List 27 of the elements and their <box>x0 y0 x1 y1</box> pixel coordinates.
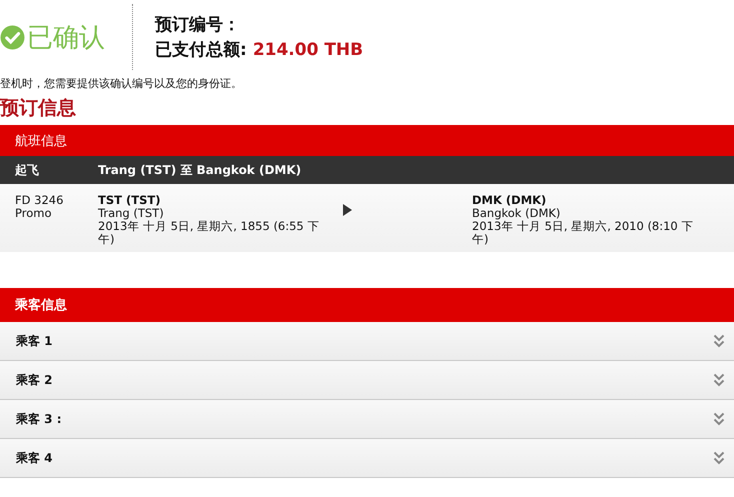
flight-number: FD 3246 <box>15 194 64 207</box>
notice-text: 登机时，您需要提供该确认编号以及您的身份证。 <box>0 76 243 91</box>
arrow-icon <box>343 204 352 216</box>
status-label: 已确认 <box>27 22 105 54</box>
arrival-time: 2013年 十月 5日, 星期六, 2010 (8:10 下午) <box>472 220 694 246</box>
passenger-label: 乘客 3 : <box>16 410 62 428</box>
departure-city: Trang (TST) <box>98 207 165 220</box>
fare-type: Promo <box>15 207 52 220</box>
arrival-code: DMK (DMK) <box>472 194 548 207</box>
passenger-row[interactable]: 乘客 2 <box>0 361 734 400</box>
passenger-row[interactable]: 乘客 1 <box>0 322 734 361</box>
departure-label: 起飞 <box>14 162 40 178</box>
total-value: 214.00 THB <box>252 40 364 60</box>
passenger-label: 乘客 1 <box>16 332 53 350</box>
route-text: Trang (TST) 至 Bangkok (DMK) <box>98 162 302 178</box>
passenger-row[interactable]: 乘客 3 : <box>0 400 734 439</box>
section-header: 乘客信息 <box>0 288 734 322</box>
departure-time: 2013年 十月 5日, 星期六, 1855 (6:55 下午) <box>98 220 320 246</box>
passenger-row[interactable]: 乘客 4 <box>0 439 734 478</box>
section-header: 航班信息 <box>0 125 734 156</box>
passenger-label: 乘客 2 <box>16 372 53 388</box>
booking-number-label: 预订编号： <box>155 14 241 36</box>
departure-code: TST (TST) <box>98 194 162 207</box>
arrival-city: Bangkok (DMK) <box>472 207 562 220</box>
total-label: 已支付总额: <box>155 39 247 61</box>
passenger-label: 乘客 4 <box>16 450 53 466</box>
booking-title: 预订信息 <box>0 96 77 121</box>
